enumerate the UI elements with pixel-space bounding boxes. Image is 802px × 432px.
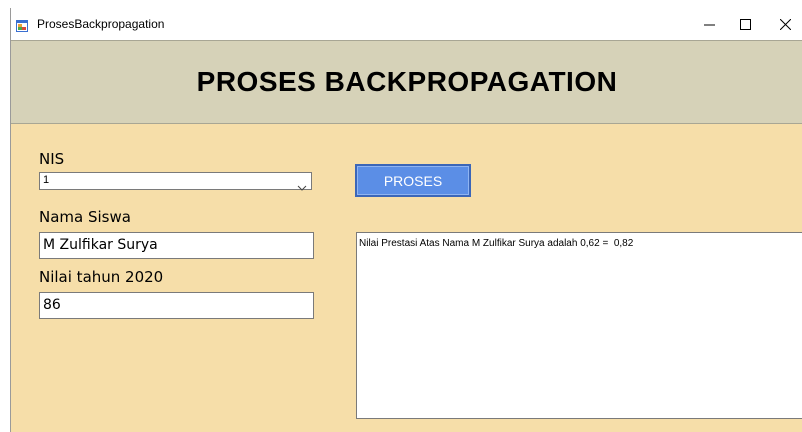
result-textarea[interactable]: Nilai Prestasi Atas Nama M Zulfikar Sury… [356,232,802,419]
nilai-tahun-field[interactable]: 86 [39,292,314,319]
minimize-icon [703,19,715,30]
page-title: PROSES BACKPROPAGATION [196,66,618,97]
nama-siswa-field[interactable]: M Zulfikar Surya [39,232,314,259]
nis-selected-value: 1 [43,174,50,186]
result-text: Nilai Prestasi Atas Nama M Zulfikar Sury… [359,238,634,249]
close-button[interactable] [767,8,802,40]
app-form-icon [16,17,28,32]
nilai-tahun-value: 86 [43,297,61,313]
proses-button[interactable]: PROSES [355,164,471,197]
title-bar[interactable]: ProsesBackpropagation [11,8,802,40]
nama-siswa-value: M Zulfikar Surya [43,237,158,253]
app-window: ProsesBackpropagation PROSES BACKPROPAGA… [10,8,802,432]
proses-button-label: PROSES [383,173,443,189]
window-title: ProsesBackpropagation [37,17,165,31]
header-panel: PROSES BACKPROPAGATION [11,40,802,124]
chevron-down-icon[interactable] [297,177,307,191]
minimize-button[interactable] [691,8,727,40]
nilai-tahun-label: Nilai tahun 2020 [39,268,164,286]
form-body: NIS 1 Nama Siswa M Zulfikar Surya Nilai … [11,124,802,432]
nama-siswa-label: Nama Siswa [39,208,131,226]
nis-combobox[interactable]: 1 [39,172,312,191]
nis-label: NIS [39,150,65,168]
maximize-button[interactable] [727,8,763,40]
close-icon [779,18,791,30]
maximize-icon [739,18,751,30]
